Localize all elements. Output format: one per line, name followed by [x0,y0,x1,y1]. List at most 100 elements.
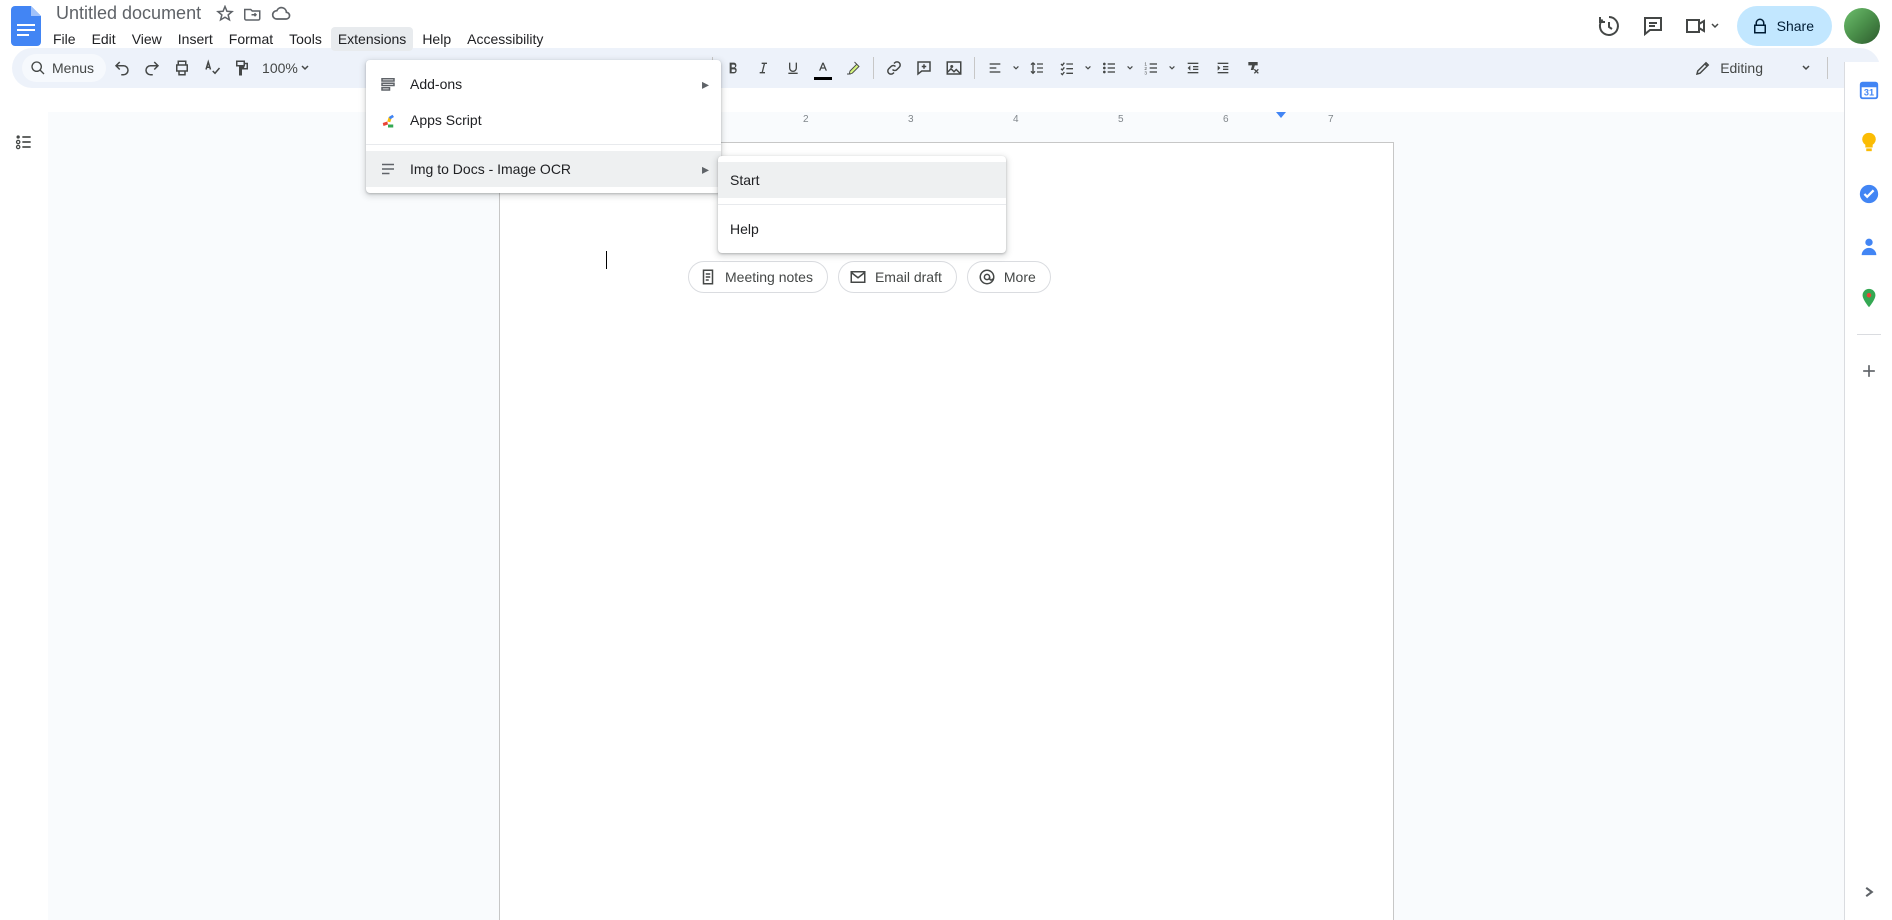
editing-mode-button[interactable]: Editing [1684,54,1821,82]
numbered-dropdown[interactable] [1167,64,1177,72]
search-icon [30,60,46,76]
zoom-select[interactable]: 100% [258,60,314,76]
add-app-button[interactable] [1849,351,1889,391]
spellcheck-button[interactable] [198,54,226,82]
account-avatar[interactable] [1844,8,1880,44]
lock-icon [1751,17,1769,35]
tasks-app-icon[interactable] [1849,174,1889,214]
meeting-notes-chip[interactable]: Meeting notes [688,261,828,293]
toolbar: Menus 100% 123 [12,48,1880,88]
contacts-app-icon[interactable] [1849,226,1889,266]
menu-format[interactable]: Format [222,27,280,51]
email-draft-chip[interactable]: Email draft [838,261,957,293]
img-to-docs-icon [378,159,398,179]
highlight-button[interactable] [839,54,867,82]
menu-view[interactable]: View [125,27,169,51]
menu-file[interactable]: File [46,27,83,51]
print-button[interactable] [168,54,196,82]
move-icon[interactable] [243,4,263,24]
email-draft-label: Email draft [875,269,942,285]
ruler-tick: 2 [803,114,809,125]
italic-button[interactable] [749,54,777,82]
keep-app-icon[interactable] [1849,122,1889,162]
apps-script-menu-item[interactable]: Apps Script [366,102,721,138]
cloud-status-icon[interactable] [271,4,291,24]
img-to-docs-submenu: Start Help [718,156,1006,253]
submenu-start[interactable]: Start [718,162,1006,198]
text-cursor [606,251,607,269]
ruler-tick: 3 [908,114,914,125]
bulleted-dropdown[interactable] [1125,64,1135,72]
document-title[interactable]: Untitled document [50,1,207,26]
docs-logo[interactable] [8,8,44,44]
ruler[interactable]: 2 3 4 5 6 7 [48,112,1844,126]
menu-help[interactable]: Help [415,27,458,51]
share-label: Share [1777,18,1814,34]
more-label: More [1004,269,1036,285]
extensions-dropdown: Add-ons ▸ Apps Script Img to Docs - Imag… [366,60,721,193]
chevron-down-icon [1801,63,1811,73]
editing-label: Editing [1720,60,1763,76]
star-icon[interactable] [215,4,235,24]
meeting-notes-label: Meeting notes [725,269,813,285]
submenu-help[interactable]: Help [718,211,1006,247]
insert-link-button[interactable] [880,54,908,82]
underline-button[interactable] [779,54,807,82]
ruler-tick: 6 [1223,114,1229,125]
more-templates-chip[interactable]: More [967,261,1051,293]
redo-button[interactable] [138,54,166,82]
submenu-arrow-icon: ▸ [702,161,709,178]
numbered-list-button[interactable]: 123 [1137,54,1165,82]
svg-text:31: 31 [1863,88,1873,98]
addons-menu-item[interactable]: Add-ons ▸ [366,66,721,102]
ruler-tick: 7 [1328,114,1334,125]
line-spacing-button[interactable] [1023,54,1051,82]
increase-indent-button[interactable] [1209,54,1237,82]
outline-toggle-button[interactable] [10,128,38,156]
menu-insert[interactable]: Insert [171,27,220,51]
checklist-button[interactable] [1053,54,1081,82]
at-icon [978,268,996,286]
zoom-value: 100% [262,60,298,76]
maps-app-icon[interactable] [1849,278,1889,318]
menu-accessibility[interactable]: Accessibility [460,27,550,51]
undo-button[interactable] [108,54,136,82]
svg-text:3: 3 [1144,71,1147,76]
side-panel-divider [1857,334,1881,335]
menu-bar: File Edit View Insert Format Tools Exten… [46,27,550,51]
addons-icon [378,74,398,94]
addons-label: Add-ons [410,76,462,92]
document-page[interactable] [499,142,1394,920]
side-panel: 31 [1844,62,1892,920]
submenu-arrow-icon: ▸ [702,76,709,93]
pencil-icon [1694,59,1712,77]
version-history-icon[interactable] [1589,6,1629,46]
bulleted-list-button[interactable] [1095,54,1123,82]
align-button[interactable] [981,54,1009,82]
ruler-tick: 5 [1118,114,1124,125]
start-label: Start [730,172,760,188]
meet-icon[interactable] [1677,6,1727,46]
insert-comment-button[interactable] [910,54,938,82]
bold-button[interactable] [719,54,747,82]
menu-tools[interactable]: Tools [282,27,329,51]
apps-script-label: Apps Script [410,112,482,128]
share-button[interactable]: Share [1737,6,1832,46]
comments-icon[interactable] [1633,6,1673,46]
hide-side-panel-button[interactable] [1849,872,1889,912]
right-indent-marker[interactable] [1276,112,1286,124]
text-color-button[interactable] [809,54,837,82]
clear-formatting-button[interactable] [1239,54,1267,82]
img-to-docs-menu-item[interactable]: Img to Docs - Image OCR ▸ [366,151,721,187]
decrease-indent-button[interactable] [1179,54,1207,82]
align-dropdown[interactable] [1011,64,1021,72]
menu-extensions[interactable]: Extensions [331,27,413,51]
calendar-app-icon[interactable]: 31 [1849,70,1889,110]
paint-format-button[interactable] [228,54,256,82]
insert-image-button[interactable] [940,54,968,82]
email-icon [849,268,867,286]
search-menus-button[interactable]: Menus [22,54,106,82]
menu-edit[interactable]: Edit [85,27,123,51]
checklist-dropdown[interactable] [1083,64,1093,72]
img-to-docs-label: Img to Docs - Image OCR [410,161,571,177]
